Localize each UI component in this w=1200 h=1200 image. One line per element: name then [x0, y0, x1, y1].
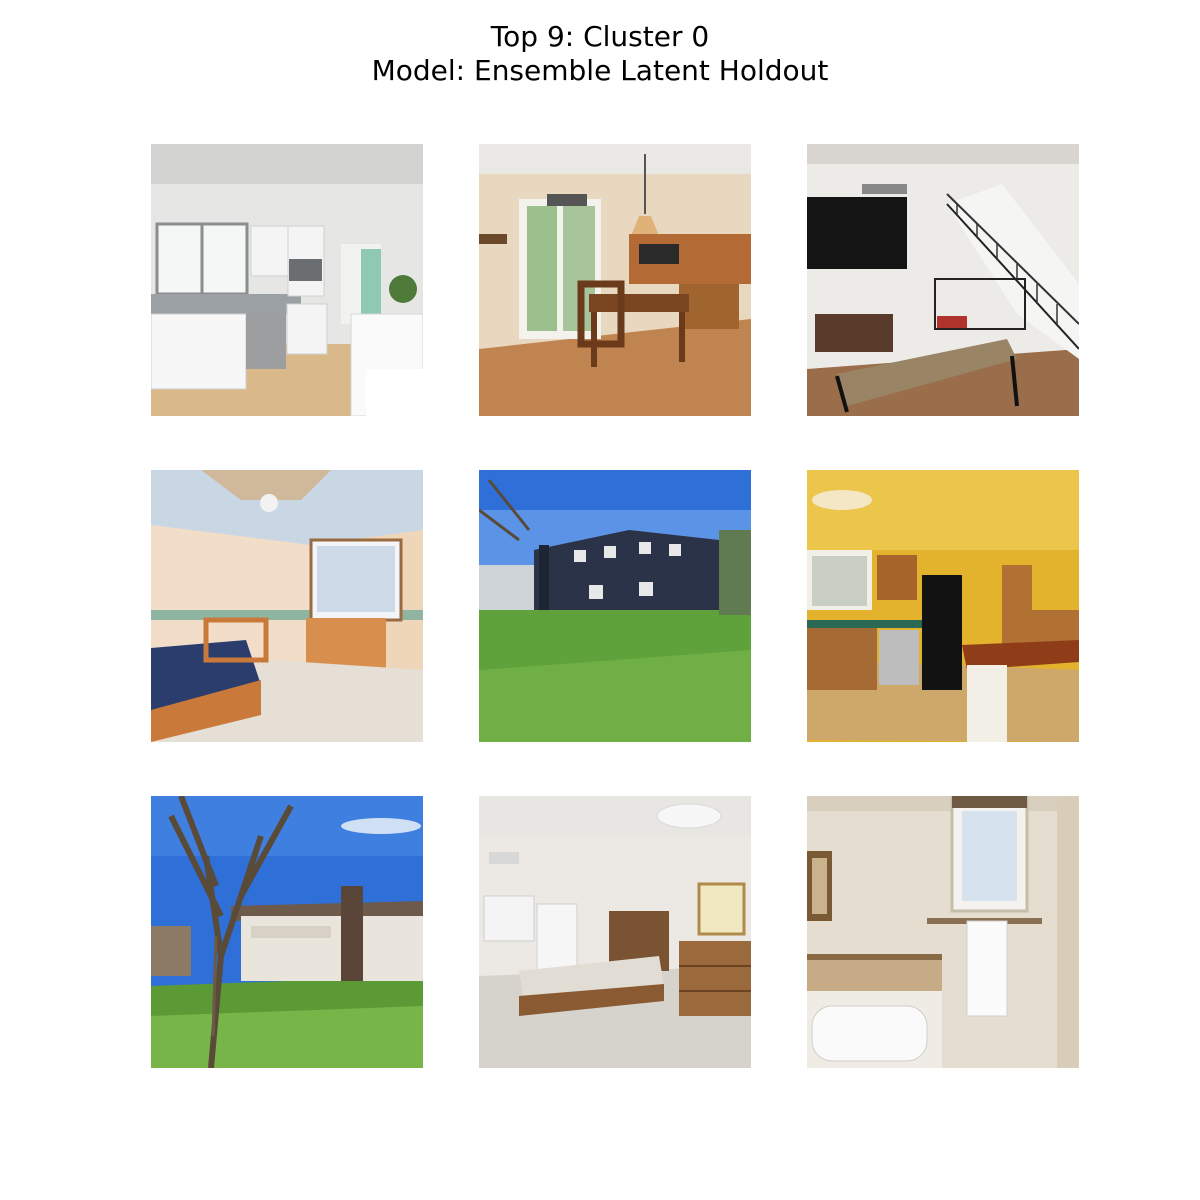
image-tile-3-living-room-stairs [807, 144, 1079, 416]
image-tile-1-kitchen [151, 144, 423, 416]
figure-title: Top 9: Cluster 0 [490, 20, 710, 53]
image-tile-4-bedroom [151, 470, 423, 742]
image-tile-2-dining-room [479, 144, 751, 416]
image-tile-5-blue-house-lawn [479, 470, 751, 742]
figure-subtitle: Model: Ensemble Latent Holdout [371, 54, 829, 87]
image-tile-8-bedroom-wooden-bed [479, 796, 751, 1068]
image-tile-7-white-house-tree [151, 796, 423, 1068]
image-tile-6-yellow-kitchen [807, 470, 1079, 742]
image-tile-9-bathroom [807, 796, 1079, 1068]
